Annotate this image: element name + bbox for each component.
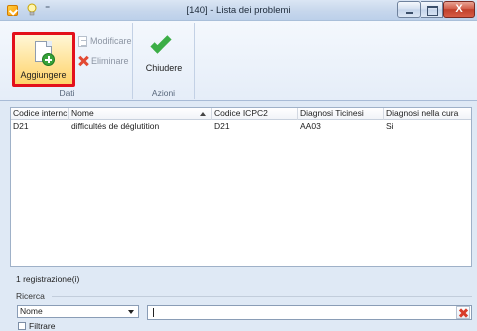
modify-button-label: Modificare bbox=[90, 36, 132, 46]
cell-ticino-diagnosis: AA03 bbox=[300, 121, 321, 131]
cell-name: difficultés de déglutition bbox=[71, 121, 160, 131]
modify-button[interactable]: Modificare bbox=[78, 34, 132, 48]
grid-header: Codice internc Nome Codice ICPC2 Diagnos… bbox=[11, 108, 471, 120]
search-group-label: Ricerca bbox=[16, 291, 45, 301]
column-header-internal-code[interactable]: Codice internc bbox=[11, 108, 69, 120]
group-label-azioni: Azioni bbox=[151, 88, 176, 98]
search-field-selected-value: Nome bbox=[20, 306, 43, 316]
delete-icon bbox=[78, 56, 88, 66]
table-row[interactable]: D21 difficultés de déglutition D21 AA03 … bbox=[11, 121, 471, 133]
search-input[interactable] bbox=[147, 305, 472, 320]
chevron-down-icon bbox=[128, 310, 134, 314]
add-button[interactable]: Aggiungere bbox=[12, 32, 75, 87]
clear-search-button[interactable] bbox=[456, 306, 470, 319]
filter-label: Filtrare bbox=[29, 321, 56, 331]
search-field-select[interactable]: Nome bbox=[17, 305, 139, 318]
title-bar: ⁼ [140] - Lista dei problemi X bbox=[0, 0, 477, 21]
cell-icpc2: D21 bbox=[214, 121, 230, 131]
column-header-ticino-diagnosis[interactable]: Diagnosi Ticinesi bbox=[298, 108, 384, 120]
edit-document-icon bbox=[78, 35, 87, 47]
close-window-button[interactable]: X bbox=[443, 1, 475, 18]
cell-internal-code: D21 bbox=[13, 121, 29, 131]
search-group-divider bbox=[52, 296, 472, 297]
ribbon-group-azioni: Chiudere Azioni bbox=[133, 23, 195, 99]
filter-checkbox[interactable] bbox=[18, 322, 26, 330]
record-count: 1 registrazione(i) bbox=[16, 274, 80, 284]
add-button-label: Aggiungere bbox=[20, 70, 67, 80]
plus-icon bbox=[42, 53, 55, 66]
column-header-name-label: Nome bbox=[71, 108, 94, 118]
delete-button[interactable]: Eliminare bbox=[78, 54, 129, 68]
close-button-label: Chiudere bbox=[145, 63, 183, 73]
group-label-dati: Dati bbox=[59, 88, 75, 98]
maximize-button[interactable] bbox=[421, 1, 443, 18]
column-header-name[interactable]: Nome bbox=[69, 108, 212, 120]
close-button[interactable]: Chiudere bbox=[139, 29, 189, 79]
problems-grid[interactable]: Codice internc Nome Codice ICPC2 Diagnos… bbox=[10, 107, 472, 267]
column-header-icpc2[interactable]: Codice ICPC2 bbox=[212, 108, 298, 120]
sort-ascending-icon bbox=[200, 112, 206, 116]
filter-checkbox-row[interactable]: Filtrare bbox=[18, 321, 55, 331]
cell-care-diagnosis: Si bbox=[386, 121, 394, 131]
text-caret bbox=[153, 308, 154, 317]
checkmark-icon bbox=[150, 32, 172, 54]
delete-button-label: Eliminare bbox=[91, 56, 129, 66]
column-header-care-diagnosis[interactable]: Diagnosi nella cura bbox=[384, 108, 471, 120]
ribbon-group-dati: Aggiungere Modificare Eliminare Dati bbox=[2, 23, 133, 99]
close-icon: X bbox=[455, 3, 463, 15]
ribbon: Aggiungere Modificare Eliminare Dati Chi… bbox=[0, 21, 477, 101]
minimize-button[interactable] bbox=[397, 1, 421, 18]
